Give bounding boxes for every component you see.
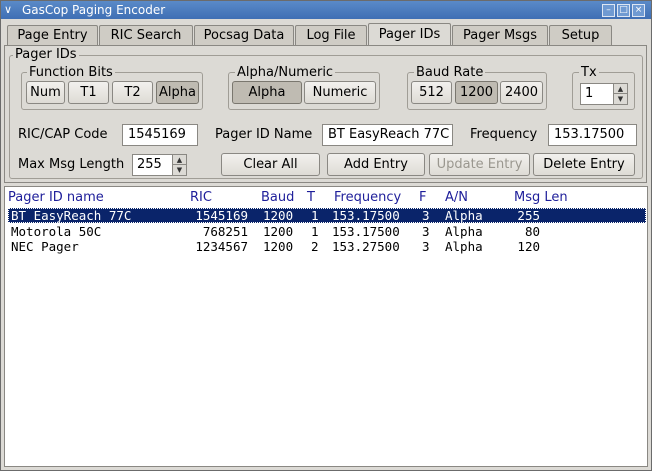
column-header-frequency[interactable]: Frequency [334, 190, 401, 206]
baud-512-button[interactable]: 512 [411, 81, 452, 104]
cell-frequency: 153.17500 [332, 224, 400, 239]
cell-name: NEC Pager [11, 239, 79, 254]
max-msg-length-spinbox[interactable]: 255 ▲ ▼ [132, 154, 187, 176]
tx-spin-buttons: ▲ ▼ [613, 84, 627, 104]
column-header-ric[interactable]: RIC [190, 190, 212, 206]
cell-name: Motorola 50C [11, 224, 102, 239]
max-msg-length-spin-buttons: ▲ ▼ [172, 155, 186, 175]
table-row[interactable]: Motorola 50C 768251 1200 1 153.17500 3 A… [8, 224, 646, 239]
tab-bar: Page Entry RIC Search Pocsag Data Log Fi… [4, 23, 648, 46]
spin-down-icon[interactable]: ▼ [173, 165, 186, 175]
close-icon[interactable]: × [632, 4, 645, 17]
tab-ric-search[interactable]: RIC Search [99, 25, 193, 45]
cell-t: 1 [311, 224, 319, 239]
maximize-icon[interactable]: □ [617, 4, 630, 17]
pager-ids-panel: Pager IDs Function Bits Num T1 T2 Alpha … [4, 45, 647, 183]
tab-page-entry[interactable]: Page Entry [7, 25, 98, 45]
spin-up-icon[interactable]: ▲ [614, 84, 627, 94]
pager-ids-group-label: Pager IDs [13, 47, 79, 62]
cell-msg-len: 255 [517, 208, 540, 223]
cell-msg-len: 80 [524, 224, 540, 239]
column-header-msg-len[interactable]: Msg Len [514, 190, 568, 206]
alpha-numeric-label: Alpha/Numeric [235, 65, 336, 80]
function-bits-label: Function Bits [27, 65, 115, 80]
tx-label: Tx [579, 65, 599, 80]
frequency-field[interactable]: 153.17500 [548, 124, 637, 146]
column-header-baud[interactable]: Baud [261, 190, 294, 206]
cell-frequency: 153.17500 [332, 208, 400, 223]
max-msg-length-value: 255 [137, 157, 162, 172]
spin-up-icon[interactable]: ▲ [173, 155, 186, 165]
ric-cap-code-label: RIC/CAP Code [18, 127, 108, 142]
cell-baud: 1200 [263, 224, 294, 239]
cell-ric: 768251 [202, 224, 248, 239]
alpha-bit-button[interactable]: Alpha [156, 81, 199, 104]
column-header-t[interactable]: T [307, 190, 315, 206]
spin-down-icon[interactable]: ▼ [614, 94, 627, 104]
tx-spinbox[interactable]: 1 ▲ ▼ [580, 83, 628, 105]
numeric-mode-button[interactable]: Numeric [304, 81, 376, 104]
cell-t: 2 [311, 239, 319, 254]
ric-cap-code-field[interactable]: 1545169 [122, 124, 198, 146]
table-row[interactable]: NEC Pager 1234567 1200 2 153.27500 3 Alp… [8, 239, 646, 254]
cell-f: 3 [422, 224, 430, 239]
baud-2400-button[interactable]: 2400 [500, 81, 543, 104]
cell-ric: 1545169 [195, 208, 248, 223]
tab-pager-ids[interactable]: Pager IDs [368, 23, 451, 46]
window-title: GasCop Paging Encoder [22, 3, 166, 17]
cell-t: 1 [311, 208, 319, 223]
alpha-mode-button[interactable]: Alpha [232, 81, 302, 104]
app-window: ∨ GasCop Paging Encoder – □ × Page Entry… [0, 0, 652, 471]
column-header-f[interactable]: F [419, 190, 426, 206]
tx-value: 1 [585, 86, 594, 101]
cell-ric: 1234567 [195, 239, 248, 254]
table-row[interactable]: BT EasyReach 77C 1545169 1200 1 153.1750… [8, 208, 646, 223]
cell-f: 3 [422, 208, 430, 223]
pager-id-name-label: Pager ID Name [215, 127, 313, 142]
pager-id-name-field[interactable]: BT EasyReach 77C [322, 124, 453, 146]
baud-rate-label: Baud Rate [414, 65, 486, 80]
num-button[interactable]: Num [26, 81, 65, 104]
title-bar[interactable]: ∨ GasCop Paging Encoder – □ × [1, 1, 651, 19]
column-header-an[interactable]: A/N [445, 190, 468, 206]
t1-button[interactable]: T1 [68, 81, 109, 104]
cell-frequency: 153.27500 [332, 239, 400, 254]
cell-msg-len: 120 [517, 239, 540, 254]
cell-an: Alpha [445, 208, 483, 223]
cell-f: 3 [422, 239, 430, 254]
t2-button[interactable]: T2 [112, 81, 153, 104]
max-msg-length-label: Max Msg Length [18, 157, 125, 172]
cell-an: Alpha [445, 239, 483, 254]
cell-baud: 1200 [263, 208, 294, 223]
minimize-icon[interactable]: – [602, 4, 615, 17]
delete-entry-button[interactable]: Delete Entry [533, 153, 635, 176]
column-header-name[interactable]: Pager ID name [8, 190, 104, 206]
tab-log-file[interactable]: Log File [295, 25, 367, 45]
cell-baud: 1200 [263, 239, 294, 254]
baud-1200-button[interactable]: 1200 [455, 81, 498, 104]
clear-all-button[interactable]: Clear All [221, 153, 320, 176]
frequency-label: Frequency [470, 127, 538, 142]
app-icon: ∨ [4, 3, 13, 16]
tab-pager-msgs[interactable]: Pager Msgs [452, 25, 548, 45]
tab-setup[interactable]: Setup [549, 25, 612, 45]
cell-an: Alpha [445, 224, 483, 239]
add-entry-button[interactable]: Add Entry [327, 153, 425, 176]
tab-pocsag-data[interactable]: Pocsag Data [194, 25, 294, 45]
pager-id-list[interactable]: Pager ID name RIC Baud T Frequency F A/N… [4, 186, 648, 467]
cell-name: BT EasyReach 77C [11, 208, 132, 223]
update-entry-button: Update Entry [429, 153, 530, 176]
